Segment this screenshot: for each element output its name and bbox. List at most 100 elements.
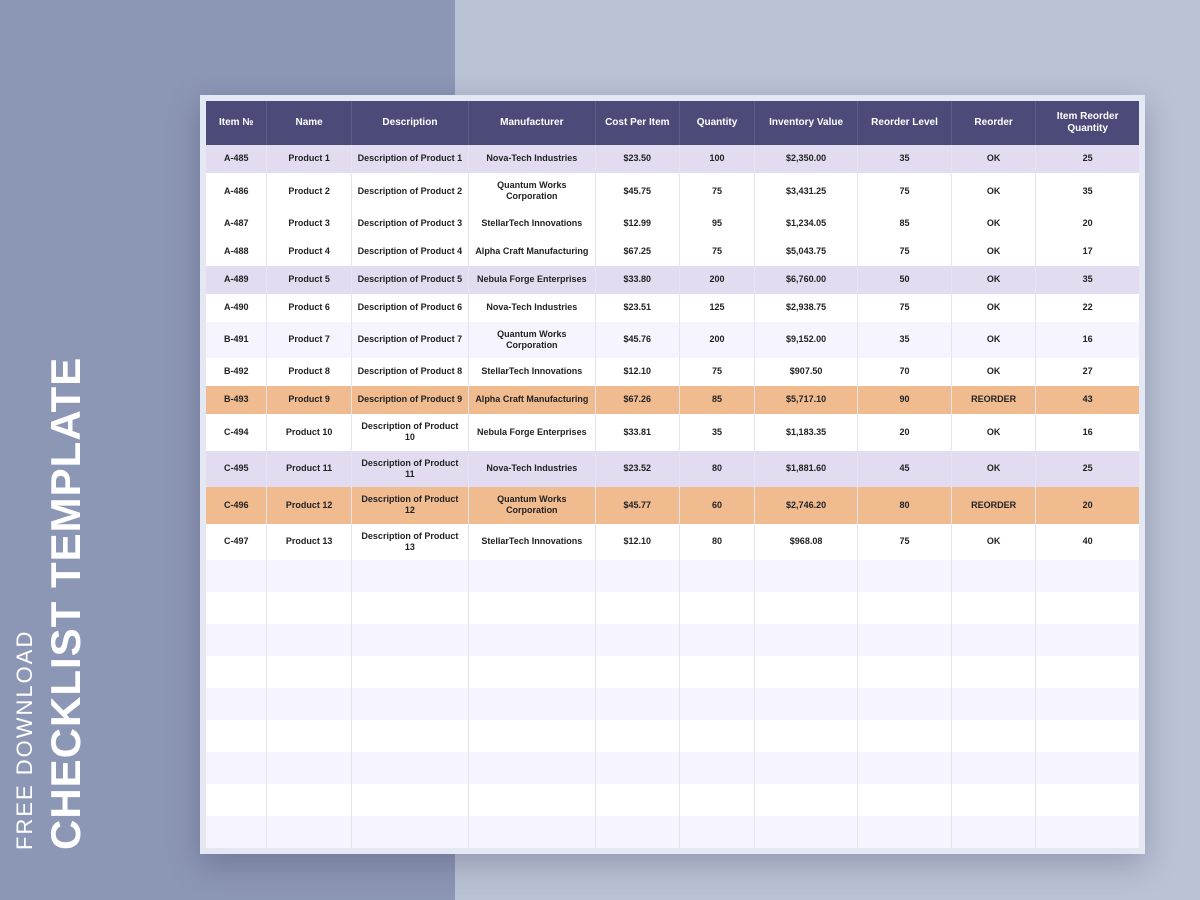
cell-empty: [1036, 656, 1139, 688]
cell: Product 2: [267, 173, 351, 210]
cell-empty: [858, 624, 952, 656]
cell-empty: [1036, 752, 1139, 784]
cell-empty: [755, 816, 858, 848]
cell: Nova-Tech Industries: [469, 294, 596, 322]
col-header-reorder-qty: Item Reorder Quantity: [1036, 101, 1139, 145]
cell: B-491: [206, 322, 267, 359]
cell: 35: [858, 322, 952, 359]
cell-empty: [351, 720, 468, 752]
cell: 75: [680, 238, 755, 266]
sidebar-title-block: FREE DOWNLOAD CHECKLIST TEMPLATE: [12, 357, 90, 850]
cell: Product 6: [267, 294, 351, 322]
cell: 100: [680, 145, 755, 173]
cell-empty: [680, 688, 755, 720]
cell-empty: [951, 784, 1035, 816]
table-row: B-491Product 7Description of Product 7Qu…: [206, 322, 1139, 359]
table-row: A-490Product 6Description of Product 6No…: [206, 294, 1139, 322]
cell-empty: [951, 752, 1035, 784]
cell: A-486: [206, 173, 267, 210]
cell-empty: [595, 784, 679, 816]
cell: Description of Product 13: [351, 524, 468, 561]
cell: Description of Product 2: [351, 173, 468, 210]
cell: $45.75: [595, 173, 679, 210]
cell-empty: [1036, 816, 1139, 848]
cell: 80: [858, 487, 952, 524]
cell: Nova-Tech Industries: [469, 145, 596, 173]
cell: REORDER: [951, 386, 1035, 414]
cell-empty: [755, 592, 858, 624]
cell-empty: [951, 592, 1035, 624]
cell: 75: [858, 238, 952, 266]
cell-empty: [595, 752, 679, 784]
cell: $2,746.20: [755, 487, 858, 524]
cell: Product 8: [267, 358, 351, 386]
table-row-empty: [206, 560, 1139, 592]
table-row: A-488Product 4Description of Product 4Al…: [206, 238, 1139, 266]
cell: OK: [951, 524, 1035, 561]
cell: OK: [951, 322, 1035, 359]
cell-empty: [267, 784, 351, 816]
cell-empty: [755, 784, 858, 816]
cell-empty: [206, 784, 267, 816]
cell: 40: [1036, 524, 1139, 561]
cell-empty: [267, 592, 351, 624]
cell-empty: [267, 816, 351, 848]
col-header-reorder: Reorder: [951, 101, 1035, 145]
cell: 43: [1036, 386, 1139, 414]
cell-empty: [1036, 688, 1139, 720]
cell: 27: [1036, 358, 1139, 386]
cell: Description of Product 11: [351, 451, 468, 488]
cell: $3,431.25: [755, 173, 858, 210]
cell: Description of Product 5: [351, 266, 468, 294]
cell-empty: [351, 656, 468, 688]
cell-empty: [351, 624, 468, 656]
cell: 22: [1036, 294, 1139, 322]
cell: A-489: [206, 266, 267, 294]
cell: $2,938.75: [755, 294, 858, 322]
cell: 75: [680, 173, 755, 210]
cell-empty: [206, 592, 267, 624]
table-row-empty: [206, 624, 1139, 656]
cell: A-490: [206, 294, 267, 322]
cell-empty: [858, 688, 952, 720]
cell: Description of Product 6: [351, 294, 468, 322]
cell-empty: [1036, 624, 1139, 656]
cell: $5,717.10: [755, 386, 858, 414]
cell: 200: [680, 322, 755, 359]
cell: C-495: [206, 451, 267, 488]
cell: 35: [858, 145, 952, 173]
cell: 85: [858, 210, 952, 238]
cell-empty: [267, 560, 351, 592]
cell: 60: [680, 487, 755, 524]
cell-empty: [469, 592, 596, 624]
cell: Product 10: [267, 414, 351, 451]
table-header-row: Item № Name Description Manufacturer Cos…: [206, 101, 1139, 145]
cell-empty: [351, 816, 468, 848]
cell-empty: [206, 688, 267, 720]
cell-empty: [469, 816, 596, 848]
col-header-cost: Cost Per Item: [595, 101, 679, 145]
cell-empty: [469, 624, 596, 656]
cell: $67.25: [595, 238, 679, 266]
cell-empty: [267, 720, 351, 752]
cell-empty: [595, 656, 679, 688]
cell: C-494: [206, 414, 267, 451]
cell-empty: [469, 752, 596, 784]
cell-empty: [680, 592, 755, 624]
col-header-reorder-level: Reorder Level: [858, 101, 952, 145]
cell: 80: [680, 524, 755, 561]
cell-empty: [680, 560, 755, 592]
cell: Product 3: [267, 210, 351, 238]
cell: $907.50: [755, 358, 858, 386]
cell: C-497: [206, 524, 267, 561]
cell: $33.80: [595, 266, 679, 294]
cell: OK: [951, 145, 1035, 173]
cell-empty: [755, 720, 858, 752]
cell: A-485: [206, 145, 267, 173]
table-row: A-489Product 5Description of Product 5Ne…: [206, 266, 1139, 294]
cell: 20: [1036, 487, 1139, 524]
cell: Product 4: [267, 238, 351, 266]
cell: C-496: [206, 487, 267, 524]
cell-empty: [595, 624, 679, 656]
table-row-empty: [206, 592, 1139, 624]
